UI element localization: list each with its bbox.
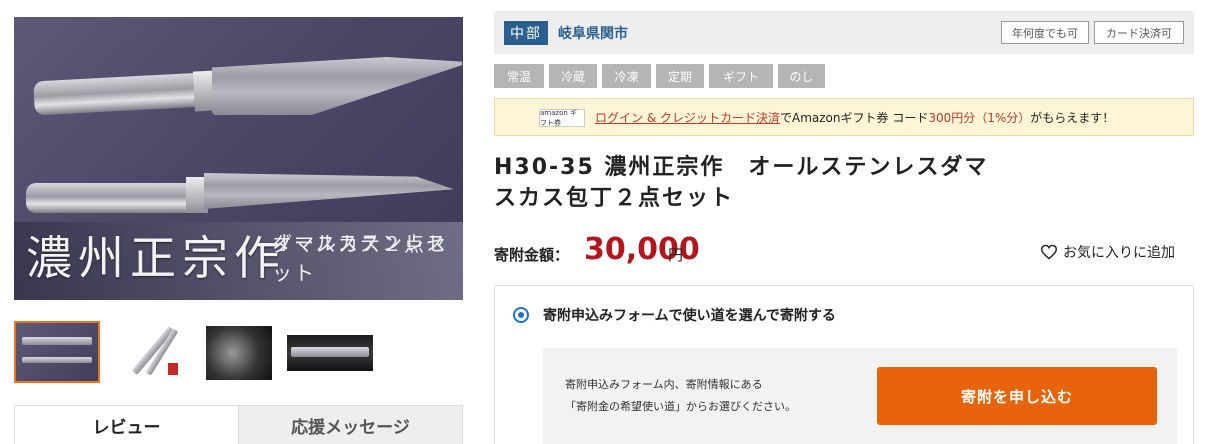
- promo-amount: 300円分（1%分）: [928, 111, 1031, 125]
- tag-frozen: 冷凍: [602, 64, 651, 88]
- tab-review[interactable]: レビュー: [15, 406, 238, 444]
- promo-text: ログイン & クレジットカード決済でAmazonギフト券 コード300円分（1%…: [595, 109, 1114, 126]
- donation-description-line-1: 寄附申込みフォーム内、寄附情報にある: [565, 378, 763, 391]
- donation-inner-panel: 寄附申込みフォーム内、寄附情報にある 「寄附金の希望使い道」からお選びください。…: [543, 348, 1177, 444]
- product-title-line-1: H30-35 濃州正宗作 オールステンレスダマ: [494, 155, 989, 180]
- gyuto-knife-graphic: [26, 167, 456, 217]
- thumbnail-4[interactable]: [287, 335, 373, 371]
- donation-description-line-2: 「寄附金の希望使い道」からお選びください。: [565, 400, 796, 413]
- product-title: H30-35 濃州正宗作 オールステンレスダマ スカス包丁２点セット: [494, 152, 1014, 214]
- santoku-knife-graphic: [33, 57, 463, 127]
- thumbnail-2[interactable]: [110, 321, 190, 383]
- price-unit: 円: [668, 246, 684, 264]
- any-time-badge: 年何度でも可: [1001, 21, 1089, 44]
- add-favorite-button[interactable]: お気に入りに追加: [1040, 242, 1175, 262]
- region-city-link[interactable]: 岐阜県関市: [558, 23, 628, 43]
- region-badge: 中部: [504, 21, 548, 45]
- card-payment-badge: カード決済可: [1094, 21, 1184, 44]
- favorite-label: お気に入りに追加: [1063, 245, 1175, 261]
- tab-support-message[interactable]: 応援メッセージ: [238, 406, 462, 444]
- thumbnail-1[interactable]: [14, 321, 100, 383]
- thumbnail-strip: [14, 321, 463, 383]
- product-title-line-2: スカス包丁２点セット: [494, 186, 735, 211]
- login-card-link[interactable]: ログイン & クレジットカード決済: [595, 111, 780, 125]
- tag-subscription: 定期: [656, 64, 704, 88]
- review-tabs: レビュー 応援メッセージ: [14, 405, 463, 444]
- amazon-promo-banner: amazon ギフト券 ログイン & クレジットカード決済でAmazonギフト券…: [494, 98, 1194, 136]
- red-seal-icon: [168, 363, 178, 375]
- apply-donation-button[interactable]: 寄附を申し込む: [877, 367, 1157, 425]
- tag-refrigerated: 冷蔵: [549, 64, 597, 88]
- tag-noshi: のし: [778, 64, 825, 88]
- amazon-gift-logo: amazon ギフト券: [539, 109, 585, 127]
- heart-icon: [1040, 244, 1058, 260]
- tag-gift: ギフト: [709, 64, 773, 88]
- donation-option-radio[interactable]: [513, 307, 529, 323]
- price-label: 寄附金額：: [494, 246, 570, 264]
- donation-description: 寄附申込みフォーム内、寄附情報にある 「寄附金の希望使い道」からお選びください。: [565, 374, 796, 418]
- donation-form-box: 寄附申込みフォームで使い道を選んで寄附する 寄附申込みフォーム内、寄附情報にある…: [494, 285, 1194, 444]
- donation-option-label[interactable]: 寄附申込みフォームで使い道を選んで寄附する: [543, 305, 836, 325]
- tag-room-temp: 常温: [494, 64, 544, 88]
- promo-text-mid: でAmazonギフト券 コード: [780, 111, 929, 125]
- thumbnail-3[interactable]: [206, 326, 272, 380]
- image-overlay-title: 濃州正宗作: [26, 231, 286, 285]
- promo-text-end: がもらえます！: [1030, 111, 1115, 125]
- main-product-image[interactable]: 濃州正宗作 オールステンレス ダマスカス２点セット: [14, 17, 463, 300]
- image-overlay-subtitle-2: ダマスカス２点セット: [272, 232, 448, 285]
- region-bar: 中部 岐阜県関市 年何度でも可 カード決済可: [494, 11, 1194, 54]
